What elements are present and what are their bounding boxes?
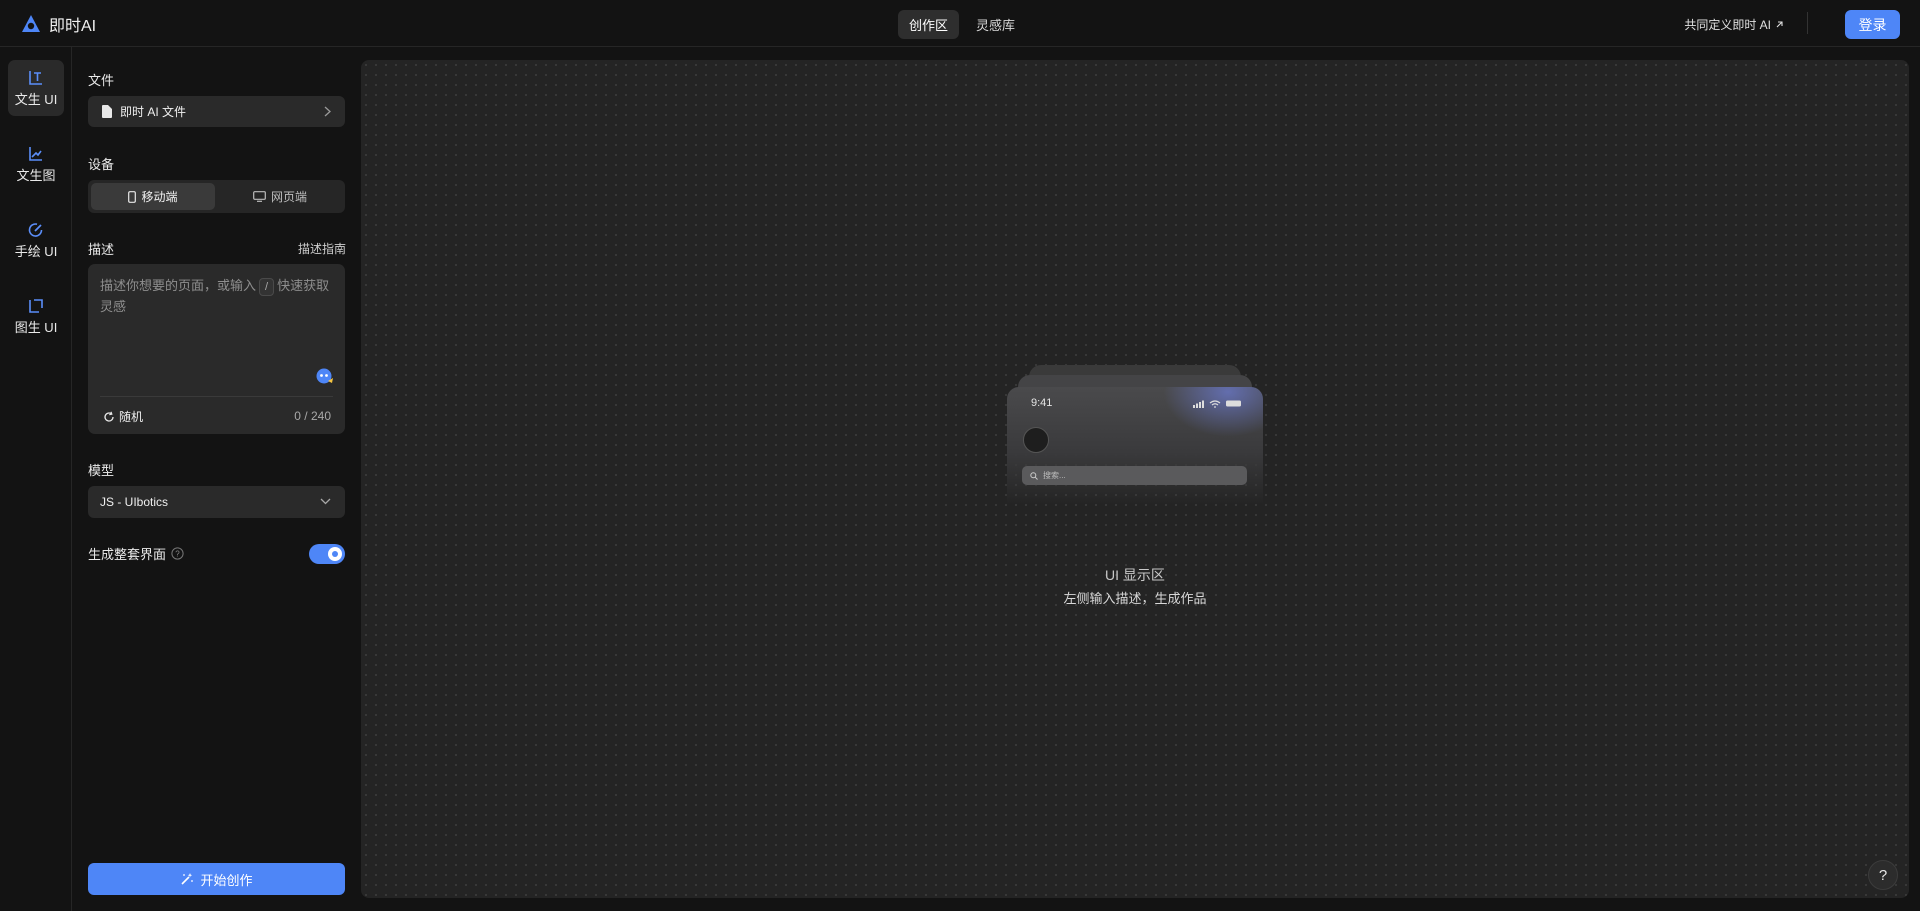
login-button[interactable]: 登录 [1845, 10, 1900, 39]
description-section-label: 描述 [88, 242, 115, 257]
phone-status-icons [1193, 400, 1241, 408]
device-option-label: 移动端 [141, 190, 178, 204]
full-interface-row: 生成整套界面 ? [88, 544, 184, 563]
start-create-button[interactable]: 开始创作 [88, 863, 345, 895]
ui-canvas: 9:41 搜索... UI 显示区 左侧输入描述，生成作品 [361, 60, 1909, 898]
slash-key-hint: / [259, 278, 275, 296]
placeholder-illustration: 9:41 搜索... [1007, 365, 1263, 505]
start-create-label: 开始创作 [200, 872, 253, 888]
phone-glow [1163, 387, 1263, 437]
phone-mockup: 9:41 搜索... [1007, 387, 1263, 505]
nav-label: 文生图 [16, 167, 56, 183]
description-placeholder: 描述你想要的页面，或输入 / 快速获取灵感 [100, 275, 335, 317]
top-tabs: 创作区 灵感库 [898, 10, 1026, 39]
refresh-icon [104, 411, 114, 422]
full-interface-label: 生成整套界面 [88, 547, 167, 562]
app-logo[interactable]: 即时AI [20, 12, 96, 36]
random-button[interactable]: 随机 [103, 408, 143, 425]
top-bar: 即时AI 创作区 灵感库 共同定义即时 AI 登录 [0, 0, 1920, 47]
logo-icon [22, 15, 40, 32]
phone-time: 9:41 [1031, 397, 1053, 409]
svg-text:?: ? [175, 549, 180, 558]
avatar [1023, 427, 1049, 453]
device-toggle: 移动端 网页端 [88, 180, 345, 213]
external-link-icon [1776, 21, 1783, 28]
model-section-label: 模型 [88, 463, 115, 478]
placeholder-text: 描述你想要的页面，或输入 [100, 278, 257, 293]
model-value: JS - UIbotics [100, 495, 169, 509]
device-section-label: 设备 [88, 157, 115, 172]
full-interface-toggle[interactable] [309, 544, 345, 564]
header-divider [1807, 12, 1808, 34]
phone-search-placeholder: 搜索... [1043, 471, 1066, 480]
random-label: 随机 [119, 410, 144, 424]
description-divider [100, 396, 333, 397]
text-to-ui-icon [29, 70, 42, 85]
device-option-label: 网页端 [270, 190, 307, 204]
nav-label: 手绘 UI [14, 243, 58, 259]
toggle-knob [328, 547, 342, 561]
nav-label: 图生 UI [14, 319, 58, 335]
char-counter: 0 / 240 [294, 409, 331, 423]
empty-state-subtitle: 左侧输入描述，生成作品 [1063, 591, 1207, 606]
search-icon [1030, 471, 1038, 480]
file-section-label: 文件 [88, 73, 115, 88]
left-nav: 文生 UI 文生图 手绘 UI 图生 UI [0, 47, 72, 911]
sketch-ui-icon [28, 222, 43, 237]
chevron-down-icon [320, 498, 331, 505]
nav-item-text-to-image[interactable]: 文生图 [8, 136, 64, 192]
tab-inspiration[interactable]: 灵感库 [965, 10, 1026, 39]
device-option-mobile[interactable]: 移动端 [91, 183, 215, 210]
image-to-ui-icon [29, 298, 43, 313]
config-panel: 文件 即时 AI 文件 设备 移动端 网页端 描述 描述指南 描述你想要的页面，… [88, 47, 346, 911]
tab-create[interactable]: 创作区 [898, 10, 960, 39]
nav-item-text-to-ui[interactable]: 文生 UI [8, 60, 64, 116]
model-select[interactable]: JS - UIbotics [88, 486, 345, 518]
desktop-icon [253, 191, 266, 202]
file-name: 即时 AI 文件 [120, 105, 187, 119]
help-button[interactable]: ? [1868, 860, 1898, 890]
description-input[interactable]: 描述你想要的页面，或输入 / 快速获取灵感 随机 0 / 240 [88, 264, 345, 434]
phone-search-bar: 搜索... [1022, 466, 1247, 485]
cocreate-link[interactable]: 共同定义即时 AI [1684, 16, 1784, 33]
mobile-icon [128, 190, 137, 203]
nav-item-image-to-ui[interactable]: 图生 UI [8, 288, 64, 344]
chevron-right-icon [324, 106, 331, 117]
nav-item-sketch-ui[interactable]: 手绘 UI [8, 212, 64, 268]
description-guide-link[interactable]: 描述指南 [298, 240, 346, 257]
cocreate-label: 共同定义即时 AI [1684, 18, 1771, 32]
device-option-web[interactable]: 网页端 [218, 183, 342, 210]
empty-state-title: UI 显示区 [1105, 567, 1165, 583]
app-name: 即时AI [49, 18, 97, 35]
file-selector[interactable]: 即时 AI 文件 [88, 96, 345, 127]
file-icon [102, 105, 112, 118]
text-to-image-icon [29, 146, 42, 161]
magic-wand-icon [181, 873, 194, 885]
ai-assistant-icon[interactable] [315, 366, 335, 386]
question-circle-icon[interactable]: ? [171, 547, 184, 560]
nav-label: 文生 UI [14, 91, 58, 107]
